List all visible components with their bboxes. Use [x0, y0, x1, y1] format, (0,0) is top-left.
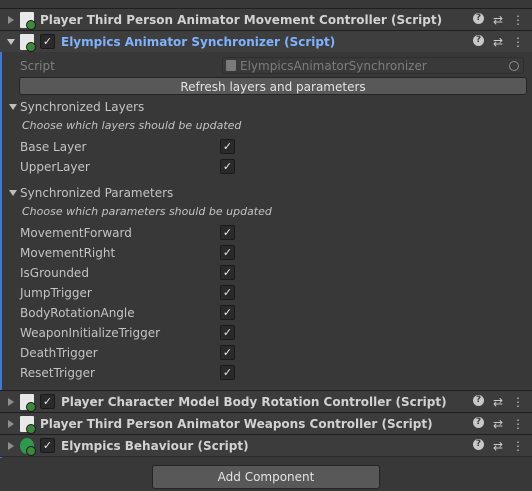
component-enabled-checkbox[interactable]: ✓ [40, 438, 55, 453]
param-checkbox[interactable]: ✓ [220, 285, 235, 300]
help-icon[interactable]: ? [472, 12, 484, 24]
help-icon[interactable]: ? [472, 438, 484, 450]
foldout-arrow-icon[interactable] [9, 190, 17, 196]
component-enabled-checkbox[interactable]: ✓ [40, 394, 55, 409]
component-title: Player Third Person Animator Movement Co… [40, 12, 443, 27]
script-icon [20, 33, 36, 52]
script-label: Script [20, 59, 55, 73]
layer-checkbox[interactable]: ✓ [220, 139, 235, 154]
param-checkbox[interactable]: ✓ [220, 345, 235, 360]
script-icon [20, 393, 36, 412]
kebab-menu-icon[interactable]: ⋮ [512, 13, 524, 27]
param-label: MovementForward [20, 226, 132, 240]
script-icon [20, 11, 36, 30]
param-label: BodyRotationAngle [20, 306, 135, 320]
foldout-arrow-icon[interactable] [9, 104, 17, 110]
script-value: ElympicsAnimatorSynchronizer [240, 58, 427, 73]
help-icon[interactable]: ? [472, 394, 484, 406]
script-file-icon [226, 60, 236, 71]
params-section-title[interactable]: Synchronized Parameters [20, 186, 173, 200]
component-header-body-rotation-controller[interactable]: ✓ Player Character Model Body Rotation C… [0, 390, 532, 412]
foldout-arrow-icon[interactable] [8, 397, 14, 406]
param-label: ResetTrigger [20, 366, 95, 380]
component-enabled-checkbox[interactable]: ✓ [40, 34, 55, 49]
param-label: JumpTrigger [20, 286, 92, 300]
param-checkbox[interactable]: ✓ [220, 365, 235, 380]
foldout-arrow-icon[interactable] [8, 15, 14, 24]
help-icon[interactable]: ? [472, 34, 484, 46]
preset-sliders-icon[interactable]: ⇄ [493, 395, 503, 409]
component-title: Player Character Model Body Rotation Con… [61, 394, 447, 409]
param-checkbox[interactable]: ✓ [220, 325, 235, 340]
param-label: IsGrounded [20, 266, 89, 280]
component-header-weapons-controller[interactable]: Player Third Person Animator Weapons Con… [0, 412, 532, 434]
layer-label: UpperLayer [20, 160, 90, 174]
elympics-behaviour-icon [20, 437, 36, 456]
layer-label: Base Layer [20, 140, 87, 154]
foldout-arrow-icon[interactable] [8, 441, 14, 450]
component-header-movement-controller[interactable]: Player Third Person Animator Movement Co… [0, 8, 532, 30]
object-picker-icon[interactable] [509, 60, 519, 71]
preset-sliders-icon[interactable]: ⇄ [493, 417, 503, 431]
add-component-button[interactable]: Add Component [152, 465, 380, 489]
param-label: MovementRight [20, 246, 116, 260]
kebab-menu-icon[interactable]: ⋮ [512, 417, 524, 431]
preset-sliders-icon[interactable]: ⇄ [493, 13, 503, 27]
divider [0, 456, 532, 457]
kebab-menu-icon[interactable]: ⋮ [512, 35, 524, 49]
params-hint: Choose which parameters should be update… [22, 205, 272, 218]
foldout-arrow-icon[interactable] [8, 419, 14, 428]
foldout-arrow-icon[interactable] [7, 38, 15, 45]
script-object-field[interactable]: ElympicsAnimatorSynchronizer [222, 57, 524, 74]
param-label: WeaponInitializeTrigger [20, 326, 161, 340]
kebab-menu-icon[interactable]: ⋮ [512, 439, 524, 453]
param-checkbox[interactable]: ✓ [220, 225, 235, 240]
preset-sliders-icon[interactable]: ⇄ [493, 35, 503, 49]
layers-section-title[interactable]: Synchronized Layers [20, 100, 144, 114]
refresh-layers-button[interactable]: Refresh layers and parameters [19, 77, 527, 95]
param-label: DeathTrigger [20, 346, 98, 360]
component-title: Elympics Animator Synchronizer (Script) [61, 34, 336, 49]
help-icon[interactable]: ? [472, 416, 484, 428]
component-title: Player Third Person Animator Weapons Con… [40, 416, 433, 431]
component-title: Elympics Behaviour (Script) [61, 438, 249, 453]
component-header-elympics-behaviour[interactable]: ✓ Elympics Behaviour (Script) ? ⇄ ⋮ [0, 434, 532, 456]
param-checkbox[interactable]: ✓ [220, 245, 235, 260]
param-checkbox[interactable]: ✓ [220, 305, 235, 320]
component-header-animator-synchronizer[interactable]: ✓ Elympics Animator Synchronizer (Script… [0, 30, 532, 52]
kebab-menu-icon[interactable]: ⋮ [512, 395, 524, 409]
layer-checkbox[interactable]: ✓ [220, 159, 235, 174]
preset-sliders-icon[interactable]: ⇄ [493, 439, 503, 453]
param-checkbox[interactable]: ✓ [220, 265, 235, 280]
layers-hint: Choose which layers should be updated [22, 119, 242, 132]
script-icon [20, 415, 36, 434]
